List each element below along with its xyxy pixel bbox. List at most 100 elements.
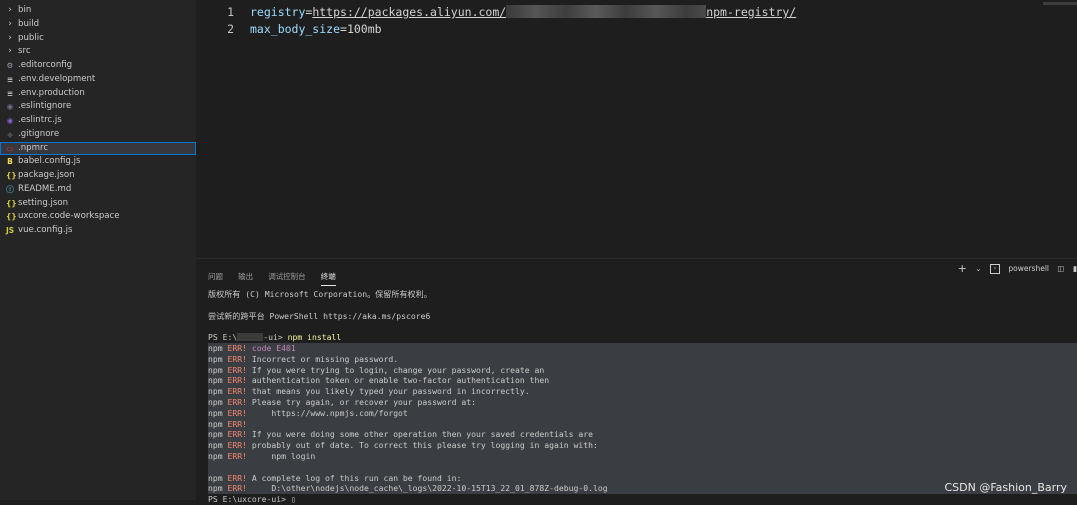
file-label: babel.config.js [18,156,81,167]
registry-url-suffix[interactable]: npm-registry/ [706,5,796,19]
file-label: bin [18,5,32,15]
folder-item[interactable]: › src [0,45,196,59]
file-item[interactable]: ▭ .npmrc [0,141,196,156]
err-tag: ERR! [227,407,252,418]
editor[interactable]: 1 registry=https://packages.aliyun.com/n… [196,0,1077,258]
file-item[interactable]: ◉ .eslintrc.js [0,114,196,128]
config-value: 100mb [346,22,382,36]
babel-icon: B [7,157,13,167]
cursor-icon: ▯ [290,494,296,505]
file-item[interactable]: ≡ .env.development [0,73,196,87]
npm-prefix: npm [208,472,228,483]
error-code: code E401 [251,342,296,353]
terminal-line: npm ERR! code E401 [208,342,1077,354]
err-tag: ERR! [227,450,252,461]
eslint-icon: ◉ [6,116,14,125]
message-text: D:\other\nodejs\node_cache\_logs\2022-10… [251,483,608,494]
message-text: If you were doing some other operation t… [251,429,593,440]
circle-icon: ◉ [6,102,14,112]
info-icon: ⓘ [6,184,14,194]
new-terminal-icon[interactable]: + [958,262,967,275]
tab-problems[interactable]: 问题 [208,271,223,285]
err-tag: ERR! [227,472,252,483]
file-label: vue.config.js [18,225,73,235]
file-item[interactable]: {} package.json [0,169,196,183]
file-label: .eslintrc.js [18,115,62,125]
npm-prefix: npm [208,407,228,418]
message-text: that means you likely typed your passwor… [251,386,530,397]
shell-label[interactable]: powershell [1008,264,1049,273]
minimap[interactable] [1043,2,1077,5]
line-number: 1 [227,5,234,19]
prompt-text: PS E:\ [208,332,238,343]
file-item[interactable]: ⓘ README.md [0,183,196,197]
gear-icon: ⚙ [6,61,14,70]
npm-prefix: npm [208,375,228,386]
config-key: registry [250,5,306,19]
file-label: package.json [18,170,75,180]
folder-item[interactable]: › build [0,18,196,32]
folder-item[interactable]: › public [0,32,196,46]
err-tag: ERR! [227,386,252,397]
list-icon: ≡ [6,74,14,84]
code-line-1[interactable]: registry=https://packages.aliyun.com/npm… [250,5,796,19]
tab-terminal[interactable]: 终端 [320,271,336,286]
npm-prefix: npm [208,342,228,353]
err-tag: ERR! [227,429,252,440]
err-tag: ERR! [227,342,252,353]
js-icon: JS [6,226,15,235]
file-item[interactable]: ◆ .gitignore [0,128,196,142]
npm-prefix: npm [208,386,228,397]
terminal-line: npm ERR! If you were trying to login, ch… [208,364,1077,376]
npm-prefix: npm [208,450,228,461]
npm-prefix: npm [208,396,228,407]
message-text: https://www.npmjs.com/forgot [251,407,408,418]
terminal-line: npm ERR! Please try again, or recover yo… [208,396,1077,408]
message-text: If you were trying to login, change your… [251,364,545,375]
npm-prefix: npm [208,429,228,440]
file-label: uxcore.code-workspace [18,211,120,222]
code-line-2[interactable]: max_body_size=100mb [250,22,382,36]
file-item[interactable]: ≡ .env.production [0,87,196,101]
file-label: .env.development [18,73,96,84]
json-braces-icon: {} [6,171,17,180]
file-tree: › bin › build › public › src ⚙ .editorconfig ≡ .env… [0,4,196,238]
file-item[interactable]: {} setting.json [0,197,196,211]
line-number: 2 [227,22,234,36]
message-text: authentication token or enable two-facto… [251,375,550,386]
terminal-line: npm ERR! Incorrect or missing password. [208,353,1077,365]
trash-icon[interactable]: ▮ [1073,264,1077,273]
file-label: build [18,18,40,29]
err-tag: ERR! [227,396,252,407]
split-terminal-icon[interactable]: ◫ [1057,264,1064,273]
file-label: .gitignore [18,128,60,139]
terminal-output[interactable]: 版权所有 (C) Microsoft Corporation。保留所有权利。 尝试… [208,289,1077,505]
message-text: 尝试新的跨平台 PowerShell https://aka.ms/pscore… [208,310,431,321]
terminal-line: npm ERR! [208,418,1077,430]
file-item[interactable]: JS vue.config.js [0,224,196,238]
message-text: Incorrect or missing password. [251,353,399,364]
chevron-down-icon[interactable]: ⌄ [975,264,981,273]
err-tag: ERR! [227,440,252,451]
terminal-line: npm ERR! probably out of date. To correc… [208,440,1077,451]
file-label: .eslintignore [18,101,72,112]
file-item[interactable]: {} uxcore.code-workspace [0,210,196,224]
chevron-right-icon: › [8,46,12,57]
file-item[interactable]: ⚙ .editorconfig [0,59,196,73]
tab-debug-console[interactable]: 调试控制台 [268,271,306,285]
terminal-line: 版权所有 (C) Microsoft Corporation。保留所有权利。 [208,289,1077,300]
redacted-region [506,5,707,18]
message-text: 版权所有 (C) Microsoft Corporation。保留所有权利。 [208,289,432,299]
watermark: CSDN @Fashion_Barry [944,481,1067,494]
file-item[interactable]: ◉ .eslintignore [0,100,196,114]
folder-item[interactable]: › bin [0,4,196,18]
tab-output[interactable]: 输出 [238,271,253,285]
registry-url-prefix[interactable]: https://packages.aliyun.com/ [312,5,506,19]
npm-prefix: npm [208,418,228,429]
file-label: public [18,32,44,43]
file-item[interactable]: Bbabel.config.js [0,155,196,169]
file-label: .npmrc [18,142,49,153]
npm-icon: ▭ [6,143,14,153]
